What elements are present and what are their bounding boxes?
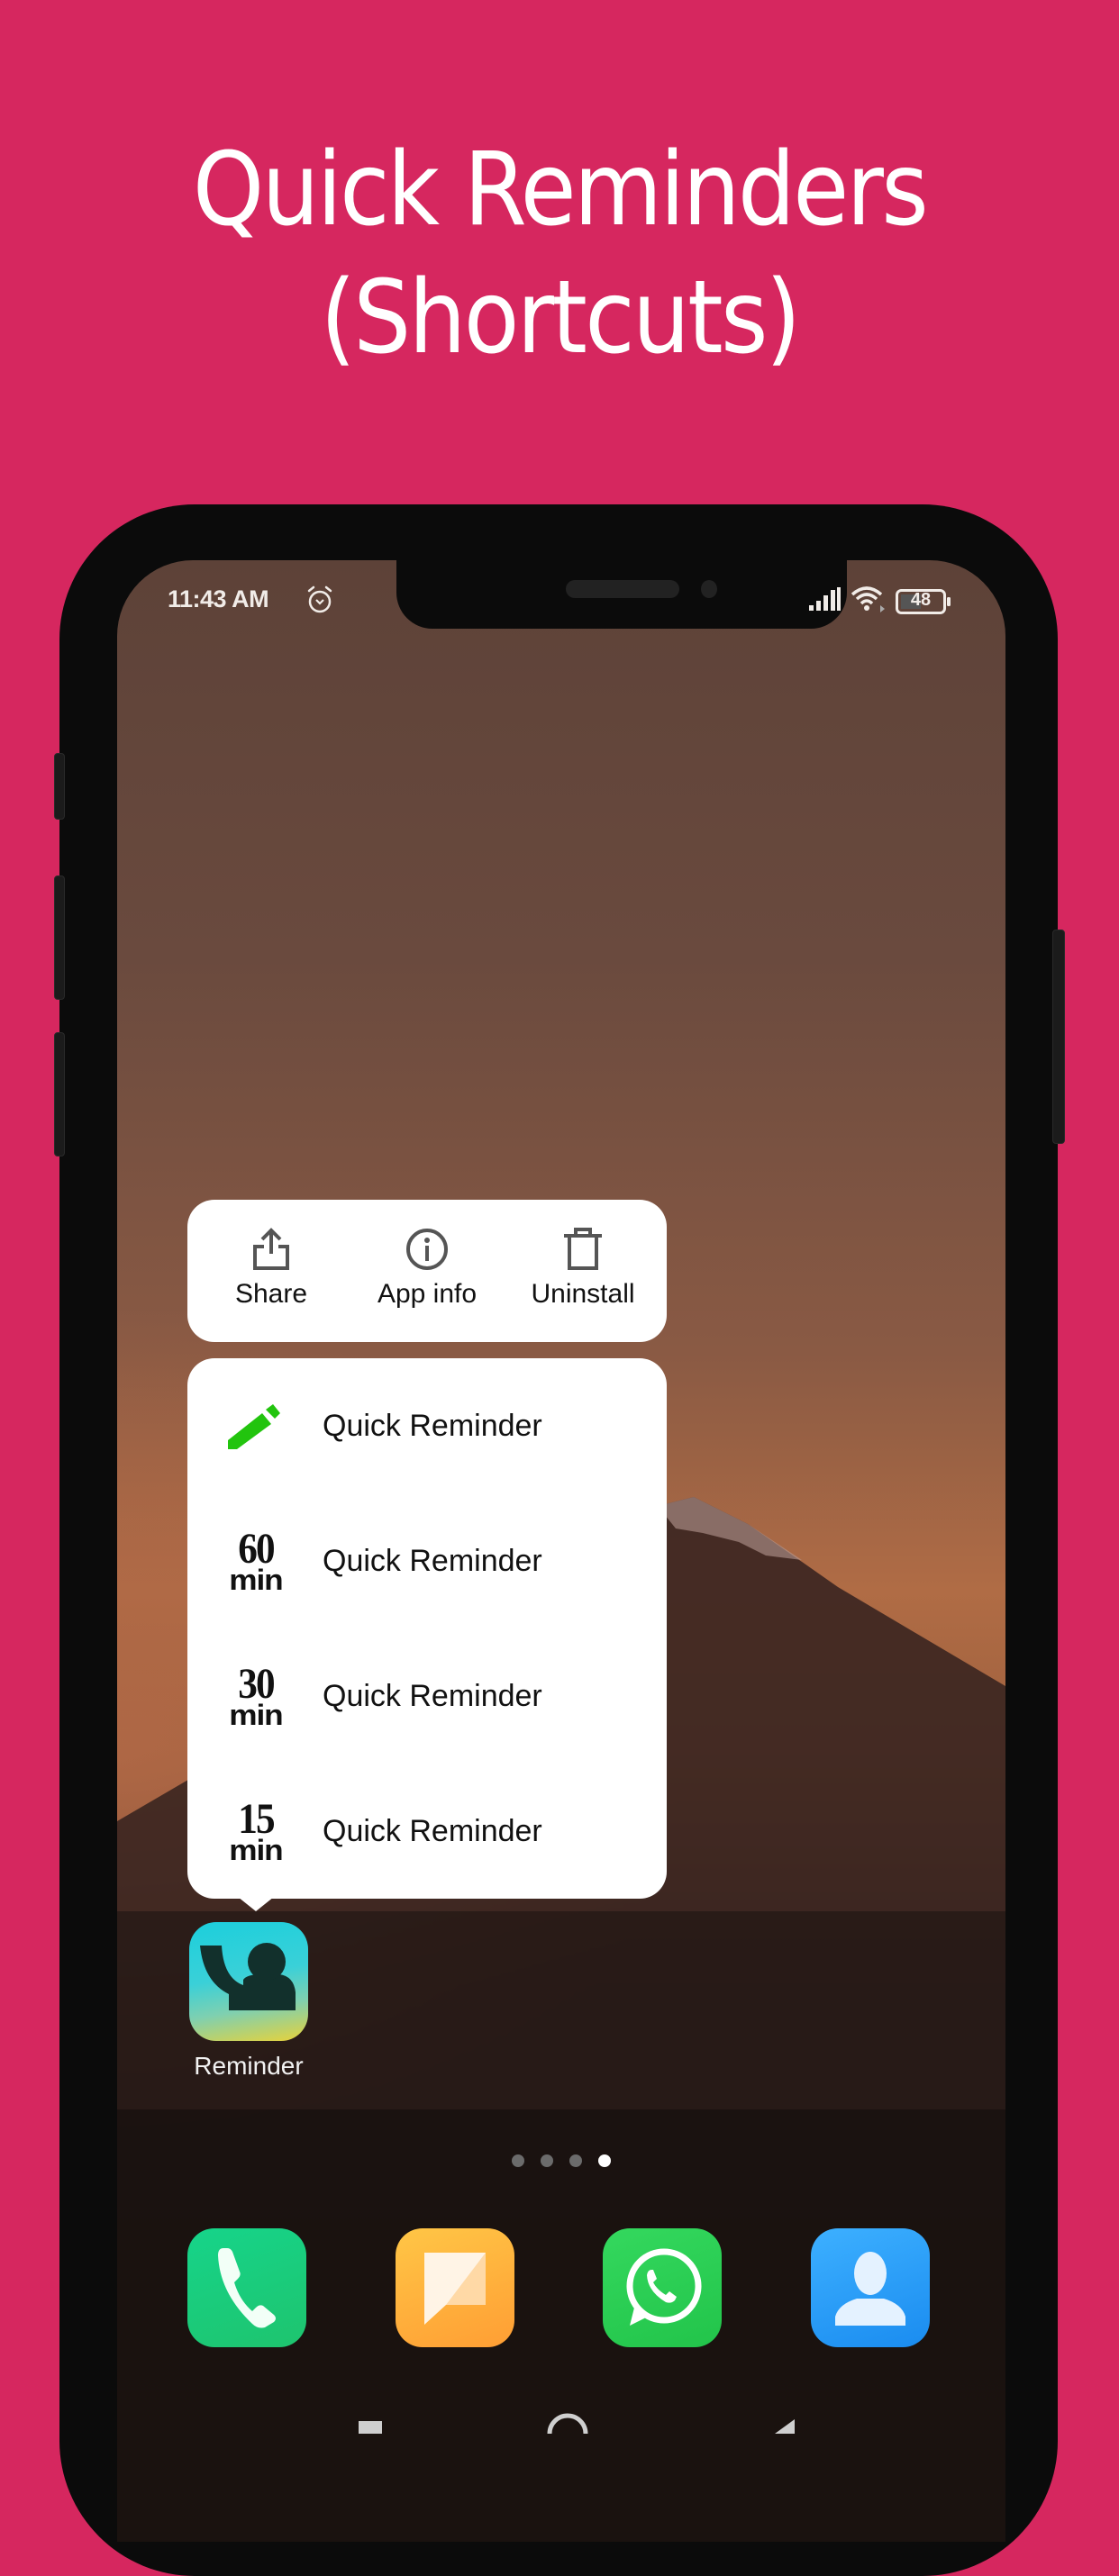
shortcut-label: Quick Reminder (323, 1408, 542, 1443)
min-unit: min (229, 1564, 283, 1596)
headline: Quick Reminders (Shortcuts) (56, 126, 1063, 382)
status-time: 11:43 AM (168, 585, 269, 612)
share-label: Share (234, 1279, 308, 1309)
page-dot[interactable] (512, 2154, 524, 2167)
phone-app[interactable] (187, 2228, 306, 2347)
back-button[interactable] (775, 2419, 795, 2434)
min-unit: min (229, 1834, 283, 1866)
shortcut-quick-reminder[interactable]: Quick Reminder (187, 1358, 667, 1493)
reminder-app-icon[interactable] (189, 1922, 308, 2041)
phone-icon (218, 2248, 276, 2328)
uninstall-button[interactable]: Uninstall (506, 1200, 660, 1342)
15-min-icon: 15 min (222, 1797, 290, 1865)
phone-frame: 11:43 AM 48 Share App info Uninstall Qui… (54, 504, 1065, 2576)
volume-up-button (54, 875, 65, 1000)
share-button[interactable]: Share (195, 1200, 348, 1342)
contacts-icon (835, 2252, 905, 2326)
contacts-app[interactable] (811, 2228, 930, 2347)
status-icons: 48 (809, 585, 951, 617)
front-camera (701, 580, 717, 598)
shortcut-label: Quick Reminder (323, 1678, 542, 1713)
shortcut-30-min-reminder[interactable]: 30 min Quick Reminder (187, 1628, 667, 1764)
home-screen: 11:43 AM 48 Share App info Uninstall Qui… (117, 560, 1005, 2542)
min-number: 15 (238, 1795, 275, 1843)
shortcut-60-min-reminder[interactable]: 60 min Quick Reminder (187, 1493, 667, 1628)
home-button[interactable] (547, 2413, 588, 2434)
min-number: 60 (238, 1525, 275, 1573)
page-dot[interactable] (541, 2154, 553, 2167)
pencil-icon (222, 1392, 290, 1460)
shortcut-label: Quick Reminder (323, 1813, 542, 1848)
trash-icon (564, 1228, 602, 1270)
recents-button[interactable] (359, 2421, 382, 2434)
app-actions-card: Share App info Uninstall (187, 1200, 667, 1342)
page-dot[interactable] (569, 2154, 582, 2167)
display-notch (396, 560, 847, 629)
shortcut-label: Quick Reminder (323, 1543, 542, 1578)
app-info-label: App info (377, 1279, 478, 1309)
page-indicator (117, 2154, 1005, 2167)
power-button (1052, 930, 1065, 1144)
shortcuts-menu: Quick Reminder 60 min Quick Reminder 30 … (187, 1358, 667, 1899)
shortcut-15-min-reminder[interactable]: 15 min Quick Reminder (187, 1764, 667, 1899)
battery-level: 48 (910, 589, 932, 610)
messages-icon (424, 2253, 486, 2325)
min-unit: min (229, 1699, 283, 1731)
whatsapp-icon (626, 2248, 702, 2326)
cellular-signal-icon (809, 587, 842, 615)
popup-pointer (238, 1897, 274, 1911)
whatsapp-app[interactable] (603, 2228, 722, 2347)
uninstall-label: Uninstall (531, 1279, 635, 1309)
60-min-icon: 60 min (222, 1527, 290, 1595)
share-icon (253, 1228, 289, 1270)
battery-icon: 48 (896, 588, 951, 614)
headline-line-2: (Shortcuts) (320, 259, 802, 376)
info-icon (406, 1229, 448, 1270)
earpiece-speaker (566, 580, 679, 598)
30-min-icon: 30 min (222, 1662, 290, 1730)
messages-app[interactable] (396, 2228, 514, 2347)
alarm-clock-icon (306, 585, 333, 619)
side-button (54, 753, 65, 820)
headline-line-1: Quick Reminders (192, 132, 929, 249)
wifi-icon (851, 585, 887, 617)
app-info-button[interactable]: App info (350, 1200, 504, 1342)
reminder-app-label: Reminder (194, 2052, 304, 2080)
volume-down-button (54, 1032, 65, 1156)
min-number: 30 (238, 1660, 275, 1708)
page-dot-active[interactable] (598, 2154, 611, 2167)
navigation-bar (359, 2413, 795, 2434)
